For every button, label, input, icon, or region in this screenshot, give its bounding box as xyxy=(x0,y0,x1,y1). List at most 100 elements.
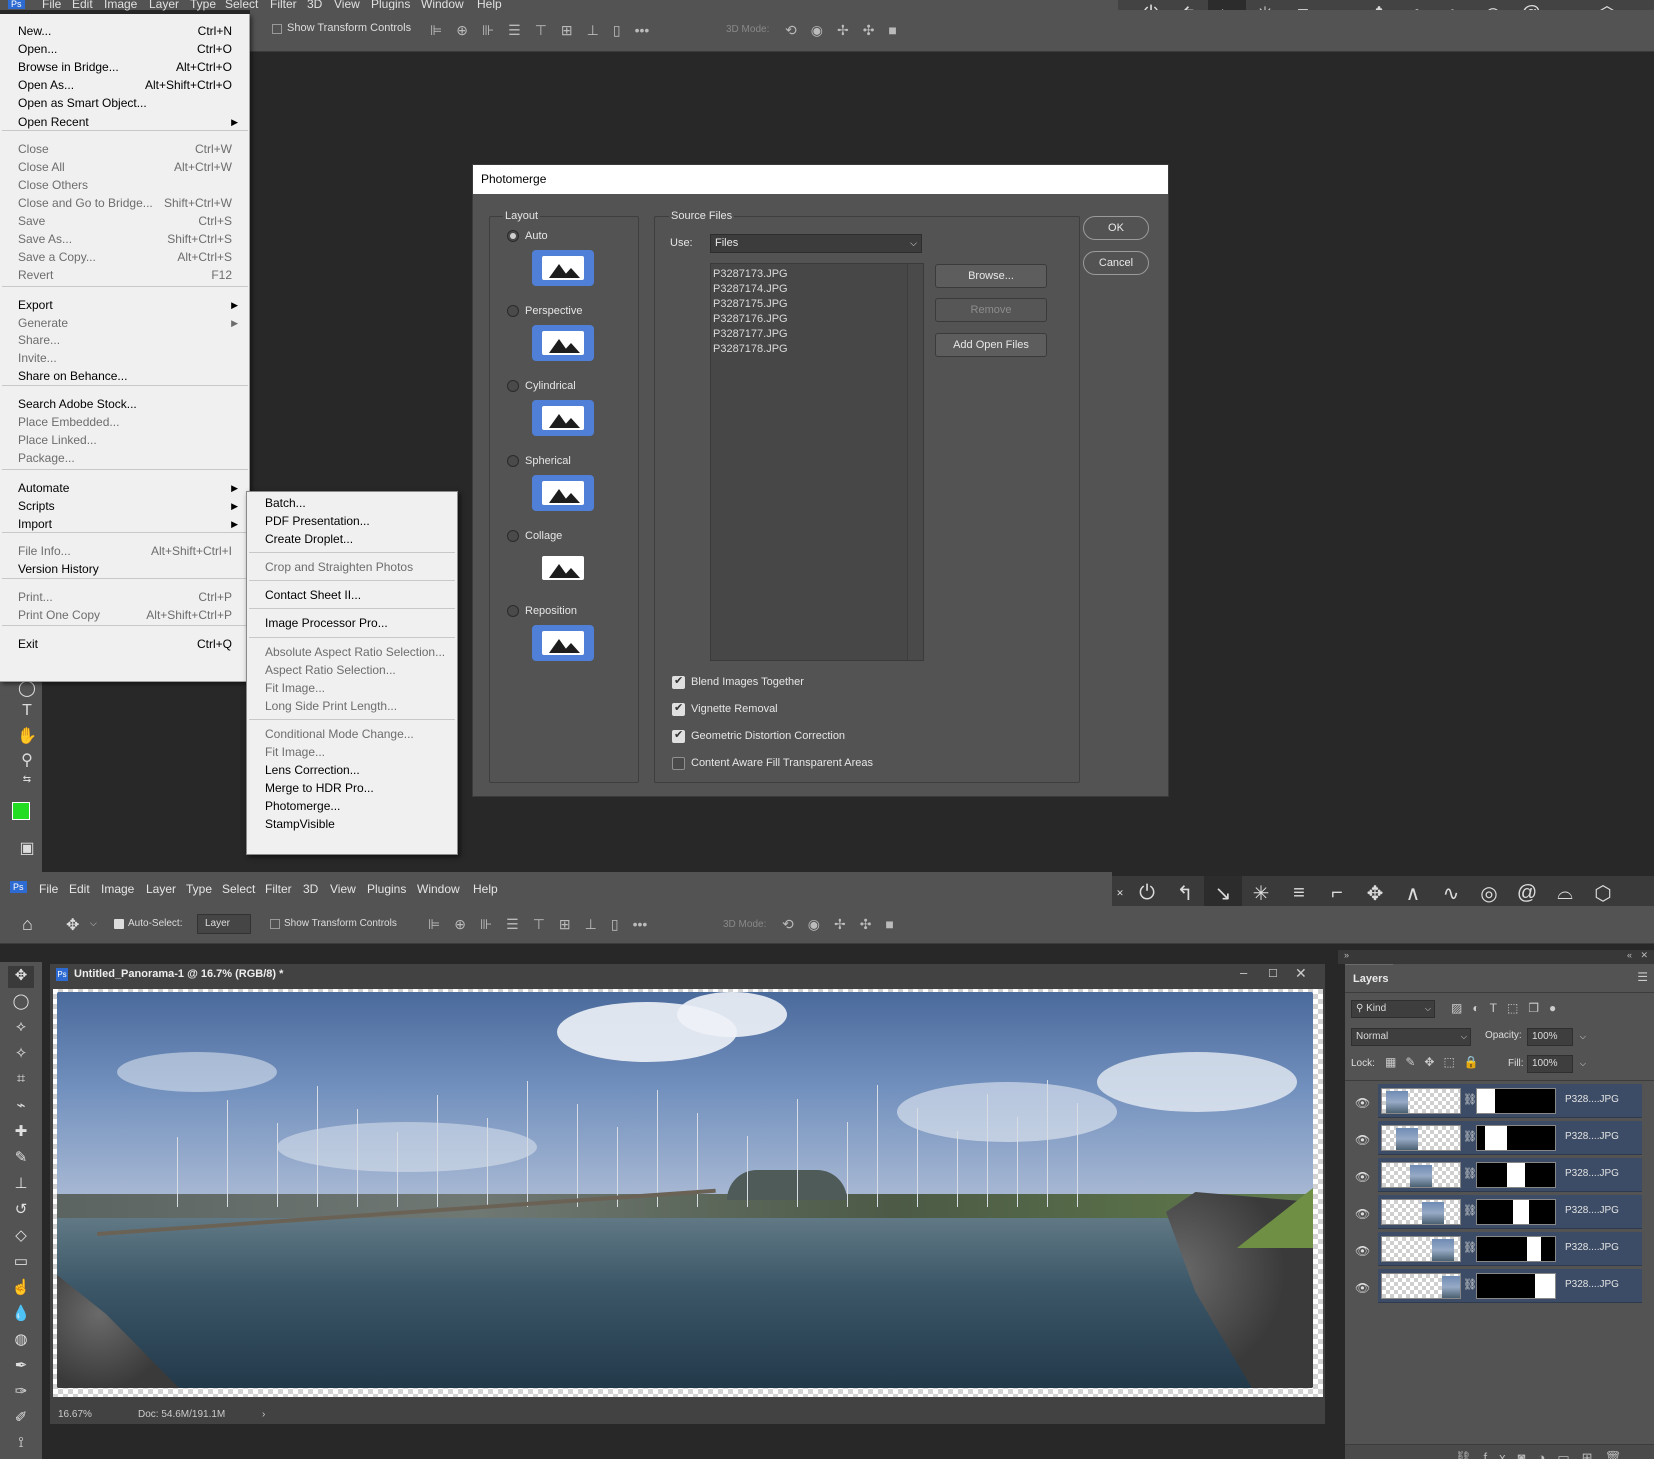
link-layers-icon[interactable]: ⛓ xyxy=(1455,1450,1484,1459)
layer-mask-thumbnail[interactable] xyxy=(1476,1199,1556,1225)
mask-link-icon[interactable]: ⛓ xyxy=(1463,1167,1477,1180)
layout-radio-cylindrical[interactable] xyxy=(507,380,519,392)
remove-button[interactable]: Remove xyxy=(935,298,1047,322)
layer-mask-thumbnail[interactable] xyxy=(1476,1236,1556,1262)
add-open-files-button[interactable]: Add Open Files xyxy=(935,333,1047,357)
orbit-icon[interactable]: ⟲ xyxy=(782,916,794,933)
chevron-down-icon[interactable]: ⌵ xyxy=(1580,1029,1586,1045)
menu-file[interactable]: File xyxy=(42,0,61,11)
menu-type[interactable]: Type xyxy=(190,0,216,11)
automate-menu-item[interactable]: Conditional Mode Change... xyxy=(265,725,455,744)
distribute-icon[interactable]: ☰ xyxy=(508,22,521,39)
document-canvas[interactable] xyxy=(50,986,1325,1406)
file-menu-item[interactable]: Exit Ctrl+Q xyxy=(18,635,232,654)
layer-mask-thumbnail[interactable] xyxy=(1476,1125,1556,1151)
option-checkbox[interactable] xyxy=(672,674,685,689)
mask-link-icon[interactable]: ⛓ xyxy=(1463,1241,1477,1254)
source-file-item[interactable]: P3287174.JPG xyxy=(713,283,788,295)
collapse-panel-icon[interactable]: « xyxy=(1627,950,1632,960)
close-icon[interactable]: ✕ xyxy=(1295,965,1307,982)
ok-button[interactable]: OK xyxy=(1083,216,1149,240)
automate-menu-item[interactable]: Merge to HDR Pro... xyxy=(265,779,455,798)
file-menu-item[interactable]: File Info... Alt+Shift+Ctrl+I xyxy=(18,542,232,561)
layer-name[interactable]: P328....JPG xyxy=(1565,1242,1619,1253)
quick-mask-icon[interactable]: ▣ xyxy=(12,838,42,860)
panel-menu-icon[interactable]: ☰ xyxy=(1637,970,1648,984)
brush-tool-icon[interactable]: ✎ xyxy=(8,1148,34,1170)
menu-image[interactable]: Image xyxy=(104,0,137,11)
foreground-color-swatch[interactable] xyxy=(12,802,30,820)
source-file-item[interactable]: P3287176.JPG xyxy=(713,313,788,325)
trash-icon[interactable]: 🗑 xyxy=(1605,1450,1634,1459)
chevron-down-icon[interactable]: ⌵ xyxy=(90,918,97,929)
menu-help[interactable]: Help xyxy=(473,882,498,896)
automate-menu-item[interactable]: StampVisible xyxy=(265,815,455,834)
stamp-tool-icon[interactable]: ⊥ xyxy=(8,1174,34,1196)
menu-layer[interactable]: Layer xyxy=(149,0,179,11)
document-tab[interactable]: Ps Untitled_Panorama-1 @ 16.7% (RGB/8) *… xyxy=(50,964,1325,986)
visibility-eye-icon[interactable]: 👁 xyxy=(1355,1096,1370,1110)
history-brush-icon[interactable]: ↺ xyxy=(8,1200,34,1222)
kind-filter[interactable]: ⚲ Kind ⌵ xyxy=(1351,1000,1435,1018)
option-checkbox[interactable] xyxy=(672,757,685,770)
file-menu-item[interactable]: Save a Copy... Alt+Ctrl+S xyxy=(18,248,232,267)
mask-link-icon[interactable]: ⛓ xyxy=(1463,1093,1477,1106)
source-file-item[interactable]: P3287175.JPG xyxy=(713,298,788,310)
show-transform-checkbox[interactable] xyxy=(270,919,280,929)
maximize-icon[interactable]: ☐ xyxy=(1268,967,1278,980)
mask-link-icon[interactable]: ⛓ xyxy=(1463,1278,1477,1291)
ring-icon[interactable]: ◎ xyxy=(1470,876,1508,910)
layer-thumbnail[interactable] xyxy=(1381,1199,1461,1225)
pan-icon[interactable]: ✢ xyxy=(837,22,849,39)
menu-type[interactable]: Type xyxy=(186,882,212,896)
orbit-icon[interactable]: ⟲ xyxy=(785,22,797,39)
layout-radio-reposition[interactable] xyxy=(507,605,519,617)
lock-paint-icon[interactable]: ✎ xyxy=(1405,1055,1424,1069)
show-transform-checkbox[interactable] xyxy=(272,24,282,34)
visibility-eye-icon[interactable]: 👁 xyxy=(1355,1244,1370,1258)
file-menu-item[interactable]: Share on Behance... xyxy=(18,367,232,386)
gradient-tool-icon[interactable]: ▭ xyxy=(8,1252,34,1274)
fx-icon[interactable]: fx xyxy=(1484,1450,1518,1459)
align-left-icon[interactable]: ⊫ xyxy=(430,22,442,39)
align-top-icon[interactable]: ⊤ xyxy=(533,916,545,933)
source-file-item[interactable]: P3287173.JPG xyxy=(713,268,788,280)
roll-icon[interactable]: ◉ xyxy=(808,916,820,933)
layer-mask-thumbnail[interactable] xyxy=(1476,1162,1556,1188)
caret-icon[interactable]: ∧ xyxy=(1394,876,1432,910)
auto-select-dropdown[interactable]: Layer xyxy=(197,914,251,934)
anchor-pen-icon[interactable]: ⟟ xyxy=(8,1434,34,1456)
minimize-icon[interactable]: – xyxy=(1240,965,1247,980)
menu-layer[interactable]: Layer xyxy=(146,882,176,896)
healing-brush-icon[interactable]: ✚ xyxy=(8,1122,34,1144)
file-menu-item[interactable]: New... Ctrl+N xyxy=(18,22,232,41)
layout-radio-collage[interactable] xyxy=(507,530,519,542)
layout-spherical-icon[interactable] xyxy=(532,475,594,511)
path-tool-icon[interactable]: ↰ xyxy=(1166,876,1204,910)
layer-thumbnail[interactable] xyxy=(1381,1273,1461,1299)
filter-toggle-icon[interactable]: ● xyxy=(1549,1001,1566,1015)
menu-file[interactable]: File xyxy=(39,882,58,896)
layer-thumbnail[interactable] xyxy=(1381,1236,1461,1262)
zoom-level[interactable]: 16.67% xyxy=(58,1409,92,1420)
option-checkbox[interactable] xyxy=(672,701,685,716)
pixel-filter-icon[interactable]: ▨ xyxy=(1451,1001,1472,1015)
file-menu-item[interactable]: Open As... Alt+Shift+Ctrl+O xyxy=(18,76,232,95)
browse-button[interactable]: Browse... xyxy=(935,264,1047,288)
distribute-v-icon[interactable]: ▯ xyxy=(613,22,621,39)
menu-3d[interactable]: 3D xyxy=(303,882,318,896)
new-layer-icon[interactable]: ⊞ xyxy=(1582,1450,1605,1459)
use-select[interactable]: Files ⌵ xyxy=(710,234,922,253)
add-mask-icon[interactable]: ◙ xyxy=(1518,1450,1538,1459)
align-icon[interactable]: ≡ xyxy=(1280,876,1318,910)
wave-icon[interactable]: ∿ xyxy=(1432,876,1470,910)
align-bottom-icon[interactable]: ⊥ xyxy=(585,916,597,933)
align-center-icon[interactable]: ⊕ xyxy=(454,916,466,933)
dodge-tool-icon[interactable]: ◍ xyxy=(8,1330,34,1352)
layer-name[interactable]: P328....JPG xyxy=(1565,1131,1619,1142)
align-center-icon[interactable]: ⊕ xyxy=(456,22,468,39)
eraser-tool-icon[interactable]: ◇ xyxy=(8,1226,34,1248)
file-list-scrollbar[interactable] xyxy=(907,264,923,660)
roll-icon[interactable]: ◉ xyxy=(811,22,823,39)
file-menu-item[interactable]: Revert F12 xyxy=(18,266,232,285)
